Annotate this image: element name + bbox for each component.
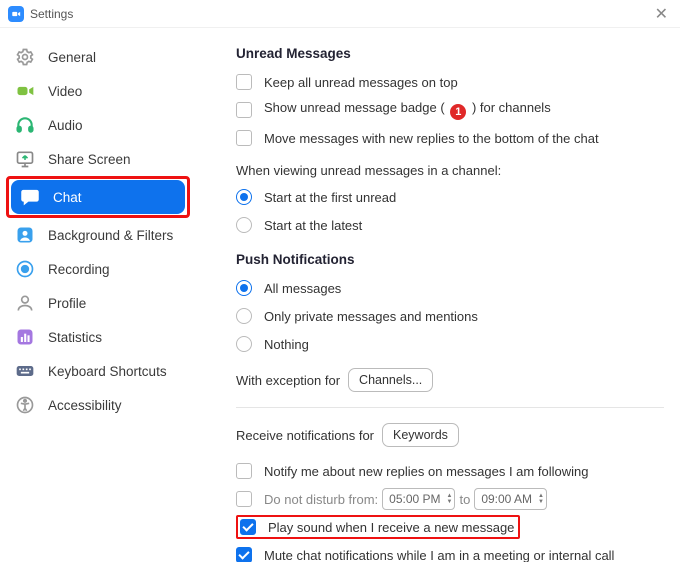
radio-all-messages[interactable]: All messages [236,275,664,301]
sidebar-item-label: Profile [48,296,86,311]
checkbox-icon[interactable] [236,463,252,479]
sidebar-item-profile[interactable]: Profile [6,286,190,320]
option-notify-replies[interactable]: Notify me about new replies on messages … [236,458,664,484]
option-play-sound[interactable]: Play sound when I receive a new message [236,514,664,540]
settings-sidebar: General Video Audio Share Screen Chat Ba… [0,28,196,562]
close-icon[interactable]: ✕ [651,4,672,24]
option-do-not-disturb[interactable]: Do not disturb from: 05:00 PM ▲▼ to 09:0… [236,486,664,512]
option-mute-during-meeting[interactable]: Mute chat notifications while I am in a … [236,542,664,562]
section-unread-title: Unread Messages [236,46,664,61]
share-screen-icon [14,148,36,170]
sidebar-item-label: Statistics [48,330,102,345]
channels-button[interactable]: Channels... [348,368,433,392]
option-move-replies[interactable]: Move messages with new replies to the bo… [236,125,664,151]
radio-nothing[interactable]: Nothing [236,331,664,357]
radio-icon[interactable] [236,308,252,324]
profile-icon [14,292,36,314]
checkbox-icon[interactable] [236,491,252,507]
record-icon [14,258,36,280]
sidebar-item-label: Accessibility [48,398,122,413]
sidebar-item-video[interactable]: Video [6,74,190,108]
radio-icon[interactable] [236,217,252,233]
sidebar-item-label: Audio [48,118,83,133]
sidebar-item-chat[interactable]: Chat [11,180,185,214]
gear-icon [14,46,36,68]
receive-row: Receive notifications for Keywords [236,422,664,448]
settings-content: Unread Messages Keep all unread messages… [196,28,680,562]
sidebar-item-general[interactable]: General [6,40,190,74]
checkbox-icon[interactable] [236,102,252,118]
sidebar-item-statistics[interactable]: Statistics [6,320,190,354]
radio-start-latest[interactable]: Start at the latest [236,212,664,238]
background-icon [14,224,36,246]
checkbox-icon[interactable] [236,74,252,90]
accessibility-icon [14,394,36,416]
checkbox-icon[interactable] [236,547,252,562]
stepper-icon[interactable]: ▲▼ [538,493,544,505]
sidebar-item-keyboard-shortcuts[interactable]: Keyboard Shortcuts [6,354,190,388]
option-keep-on-top[interactable]: Keep all unread messages on top [236,69,664,95]
option-show-badge[interactable]: Show unread message badge ( 1 ) for chan… [236,97,664,123]
play-sound-highlight: Play sound when I receive a new message [236,515,520,539]
checkbox-icon[interactable] [240,519,256,535]
divider [236,407,664,408]
radio-start-first-unread[interactable]: Start at the first unread [236,184,664,210]
unread-count-badge: 1 [450,104,466,120]
radio-icon[interactable] [236,280,252,296]
sidebar-item-label: Recording [48,262,110,277]
checkbox-icon[interactable] [236,130,252,146]
window-title: Settings [30,7,73,21]
sidebar-item-label: Chat [53,190,82,205]
section-push-title: Push Notifications [236,252,664,267]
dnd-from-input[interactable]: 05:00 PM ▲▼ [382,488,455,510]
radio-private-mentions[interactable]: Only private messages and mentions [236,303,664,329]
title-bar: Settings ✕ [0,0,680,28]
sidebar-item-recording[interactable]: Recording [6,252,190,286]
statistics-icon [14,326,36,348]
sidebar-selected-highlight: Chat [6,176,190,218]
radio-icon[interactable] [236,189,252,205]
sidebar-item-label: Share Screen [48,152,131,167]
unread-viewing-subheading: When viewing unread messages in a channe… [236,163,664,178]
app-logo-icon [8,6,24,22]
sidebar-item-label: Video [48,84,82,99]
sidebar-item-accessibility[interactable]: Accessibility [6,388,190,422]
stepper-icon[interactable]: ▲▼ [447,493,453,505]
exception-row: With exception for Channels... [236,367,664,393]
video-icon [14,80,36,102]
sidebar-item-label: Background & Filters [48,228,173,243]
sidebar-item-background-filters[interactable]: Background & Filters [6,218,190,252]
radio-icon[interactable] [236,336,252,352]
chat-icon [19,186,41,208]
sidebar-item-label: General [48,50,96,65]
dnd-to-input[interactable]: 09:00 AM ▲▼ [474,488,547,510]
sidebar-item-share-screen[interactable]: Share Screen [6,142,190,176]
sidebar-item-audio[interactable]: Audio [6,108,190,142]
keyboard-icon [14,360,36,382]
keywords-button[interactable]: Keywords [382,423,459,447]
sidebar-item-label: Keyboard Shortcuts [48,364,167,379]
headphones-icon [14,114,36,136]
